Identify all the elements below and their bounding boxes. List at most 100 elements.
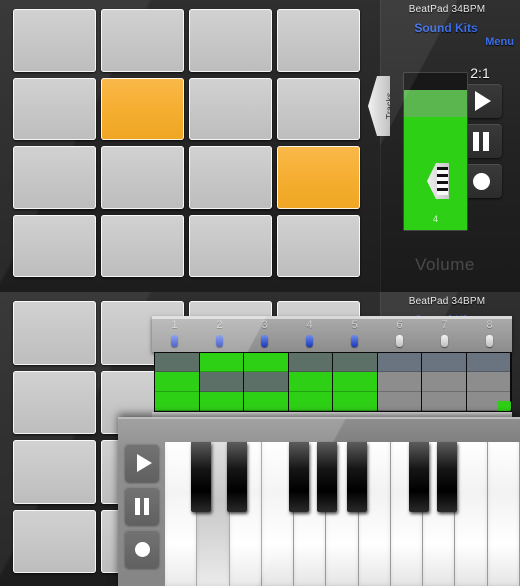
pad-bottom-2-1[interactable] (13, 370, 96, 434)
led-indicator (216, 335, 223, 347)
step-leds[interactable] (152, 335, 512, 347)
black-key-1[interactable] (191, 442, 211, 512)
pad-top-3-2[interactable] (101, 146, 184, 209)
black-key-4[interactable] (317, 442, 337, 512)
black-key-5[interactable] (347, 442, 367, 512)
pad-top-1-1[interactable] (13, 9, 96, 72)
keyboard-play-button[interactable] (125, 444, 159, 482)
black-key-6[interactable] (409, 442, 429, 512)
pad-top-2-4[interactable] (277, 77, 360, 140)
pad-top-1-2[interactable] (101, 9, 184, 72)
sequencer-cell-2-4[interactable] (288, 372, 332, 392)
sequencer-cell-3-1[interactable] (155, 391, 199, 411)
volume-label: Volume (415, 255, 475, 274)
tracks-tab[interactable]: Tracks (368, 76, 390, 136)
pause-icon (135, 497, 149, 515)
sequencer-cell-2-3[interactable] (244, 372, 288, 392)
sequencer-cell-3-2[interactable] (199, 391, 243, 411)
keyboard-record-button[interactable] (125, 530, 159, 568)
sequencer-cell-1-5[interactable] (333, 353, 377, 373)
sequencer-cell-2-8[interactable] (466, 372, 510, 392)
beatpad-top-panel: BeatPad 34BPM Sound Kits Menu 2:1 4 Volu… (0, 0, 520, 292)
sequencer-cell-2-2[interactable] (199, 372, 243, 392)
step-number-2: 2 (216, 319, 223, 331)
step-led-3[interactable] (242, 335, 287, 347)
pad-row (9, 77, 365, 147)
sequencer-column-6[interactable] (377, 353, 422, 411)
pause-icon (473, 131, 489, 151)
sequencer-cell-1-6[interactable] (377, 353, 421, 373)
sequencer-cell-1-1[interactable] (155, 353, 199, 373)
pad-bottom-1-1[interactable] (13, 301, 96, 365)
pad-top-2-3[interactable] (189, 77, 272, 140)
step-led-8[interactable] (467, 335, 512, 347)
sequencer-cell-2-1[interactable] (155, 372, 199, 392)
sequencer-column-5[interactable] (333, 353, 378, 411)
sequencer-cell-3-5[interactable] (333, 391, 377, 411)
sequencer-header: 1 2 3 4 5 6 7 8 (152, 316, 512, 352)
piano-keyboard-panel (118, 417, 520, 586)
step-led-2[interactable] (197, 335, 242, 347)
pad-top-1-4[interactable] (277, 9, 360, 72)
white-key-10[interactable] (455, 442, 488, 586)
pad-top-4-3[interactable] (189, 214, 272, 277)
pad-top-3-3[interactable] (189, 146, 272, 209)
pad-bottom-3-1[interactable] (13, 440, 96, 504)
step-led-5[interactable] (332, 335, 377, 347)
white-key-11[interactable] (487, 442, 520, 586)
pad-top-1-3[interactable] (189, 9, 272, 72)
pad-top-2-1[interactable] (13, 77, 96, 140)
sequencer-cell-3-3[interactable] (244, 391, 288, 411)
sequencer-grid[interactable] (154, 352, 512, 412)
sequencer-cell-2-7[interactable] (422, 372, 466, 392)
step-number-1: 1 (171, 319, 178, 331)
sound-kits-link[interactable]: Sound Kits (380, 21, 512, 35)
sequencer-cell-1-7[interactable] (422, 353, 466, 373)
pad-grid-top (9, 9, 365, 283)
pad-top-3-1[interactable] (13, 146, 96, 209)
app-brand-label: BeatPad 34BPM (408, 4, 486, 15)
sequencer-cell-3-6[interactable] (377, 391, 421, 411)
led-indicator (306, 335, 313, 347)
sequencer-column-7[interactable] (422, 353, 467, 411)
pad-top-4-1[interactable] (13, 214, 96, 277)
pad-row (9, 9, 365, 78)
step-led-7[interactable] (422, 335, 467, 347)
sequencer-cell-1-8[interactable] (466, 353, 510, 373)
piano-keys[interactable] (165, 442, 520, 586)
black-key-3[interactable] (289, 442, 309, 512)
keyboard-pause-button[interactable] (125, 487, 159, 525)
keyboard-transport-controls (125, 444, 159, 573)
led-indicator (351, 335, 358, 347)
pad-top-4-2[interactable] (101, 214, 184, 277)
pad-top-2-2[interactable] (101, 77, 184, 140)
step-led-4[interactable] (287, 335, 332, 347)
pad-top-3-4[interactable] (277, 146, 360, 209)
black-key-7[interactable] (437, 442, 457, 512)
sequencer-cell-1-3[interactable] (244, 353, 288, 373)
pad-top-4-4[interactable] (277, 214, 360, 277)
sequencer-cell-3-7[interactable] (422, 391, 466, 411)
sequencer-cell-3-4[interactable] (288, 391, 332, 411)
sequencer-column-1[interactable] (155, 353, 200, 411)
record-icon (472, 172, 490, 190)
step-led-6[interactable] (377, 335, 422, 347)
pad-bottom-4-1[interactable] (13, 509, 96, 573)
sequencer-column-3[interactable] (244, 353, 289, 411)
sequencer-cell-1-2[interactable] (199, 353, 243, 373)
step-number-5: 5 (351, 319, 358, 331)
black-key-2[interactable] (227, 442, 247, 512)
led-indicator (486, 335, 493, 347)
sequencer-cell-2-6[interactable] (377, 372, 421, 392)
sequencer-column-2[interactable] (199, 353, 244, 411)
volume-slider[interactable]: 4 (403, 72, 468, 231)
menu-link[interactable]: Menu (485, 36, 514, 48)
sequencer-cell-1-4[interactable] (288, 353, 332, 373)
sequencer-cell-2-5[interactable] (333, 372, 377, 392)
step-number-4: 4 (306, 319, 313, 331)
volume-handle[interactable] (404, 90, 467, 117)
step-led-1[interactable] (152, 335, 197, 347)
step-number-8: 8 (486, 319, 493, 331)
step-numbers: 1 2 3 4 5 6 7 8 (152, 319, 512, 331)
sequencer-column-4[interactable] (288, 353, 333, 411)
